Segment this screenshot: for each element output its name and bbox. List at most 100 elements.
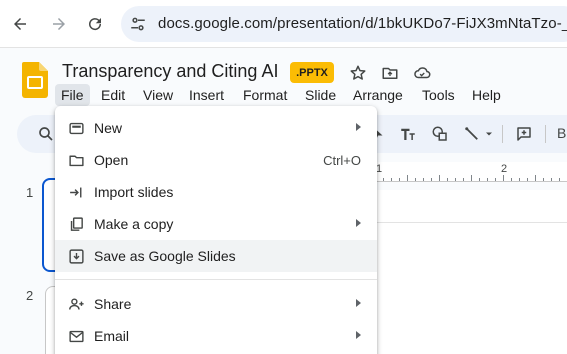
star-icon [350,65,366,80]
url-text: docs.google.com/presentation/d/1bkUKDo7-… [158,15,567,32]
forward-arrow-icon [53,18,65,30]
menu-item-label: Make a copy [94,216,174,232]
address-bar[interactable]: docs.google.com/presentation/d/1bkUKDo7-… [121,6,567,42]
ruler-tick [527,178,528,181]
copy-icon [67,215,85,233]
ruler-tick [543,178,544,181]
menu-item-import-slides[interactable]: Import slides [55,176,377,208]
search-icon [39,127,53,141]
menu-item-label: Share [94,296,132,312]
menu-edit[interactable]: Edit [95,84,131,106]
file-menu-dropdown: New Open Ctrl+O Import slides Make a cop… [55,106,377,354]
browser-toolbar: docs.google.com/presentation/d/1bkUKDo7-… [0,0,567,48]
menu-item-label: Import slides [94,184,174,200]
slide-number: 2 [26,288,34,303]
email-icon [67,327,85,345]
ruler-tick [519,178,520,181]
slides-logo-icon[interactable] [22,62,48,98]
ruler-tick [551,178,552,181]
ruler-tick [391,178,392,181]
move-button[interactable] [379,62,401,84]
add-comment-icon [517,127,531,141]
menu-item-label: Email [94,328,130,344]
file-type-badge: .PPTX [290,62,334,83]
toolbar-divider [545,125,546,143]
ruler-tick [471,175,472,181]
caret-down-icon [486,132,492,136]
back-arrow-icon [14,18,26,30]
slide-number: 1 [26,185,34,200]
share-person-icon [67,295,85,313]
menu-arrange[interactable]: Arrange [347,84,409,106]
canvas-edge [375,222,567,223]
shapes-icon [432,126,447,141]
submenu-arrow-icon [356,331,361,339]
line-type-dropdown[interactable] [483,124,495,144]
cloud-saved-icon [414,67,431,79]
ruler-tick [495,178,496,181]
menu-file[interactable]: File [55,84,90,106]
menu-item-save-as-google-slides[interactable]: Save as Google Slides [55,240,377,272]
background-button[interactable]: B [557,125,566,141]
menu-item-label: Open [94,152,129,168]
menu-insert[interactable]: Insert [183,84,230,106]
menu-item-open[interactable]: Open Ctrl+O [55,144,377,176]
ruler-tick [455,178,456,181]
back-button[interactable] [7,11,33,37]
text-box-icon [401,128,415,140]
menu-tools[interactable]: Tools [416,84,461,106]
menu-format[interactable]: Format [237,84,293,106]
slide-canvas[interactable] [375,190,567,354]
ruler-tick [415,178,416,181]
line-icon [465,127,478,140]
menu-item-label: New [94,120,123,136]
line-button[interactable] [461,124,483,144]
reload-button[interactable] [82,11,108,37]
menu-item-label: Save as Google Slides [94,248,236,264]
menu-item-new[interactable]: New [55,112,377,144]
star-button[interactable] [347,62,369,84]
keyboard-shortcut: Ctrl+O [323,153,361,168]
ruler-tick [383,178,384,181]
cloud-status-button[interactable] [411,62,433,84]
submenu-arrow-icon [356,299,361,307]
horizontal-ruler: 1 2 [375,162,567,182]
import-icon [67,183,85,201]
text-box-button[interactable] [397,124,419,144]
ruler-tick [559,178,560,181]
menu-item-share[interactable]: Share [55,288,377,320]
ruler-tick [535,175,536,181]
submenu-arrow-icon [356,219,361,227]
ruler-mark: 2 [501,163,508,175]
menu-view[interactable]: View [137,84,179,106]
new-slides-icon [67,119,85,137]
menu-item-make-a-copy[interactable]: Make a copy [55,208,377,240]
ruler-tick [447,178,448,181]
document-title[interactable]: Transparency and Citing AI [62,61,278,82]
screen: docs.google.com/presentation/d/1bkUKDo7-… [0,0,567,354]
menu-item-email[interactable]: Email [55,320,377,352]
menu-slide[interactable]: Slide [299,84,342,106]
ruler-tick [463,178,464,181]
reload-icon [89,18,102,31]
ruler-tick [423,178,424,181]
ruler-tick [407,175,408,181]
shape-button[interactable] [429,124,451,144]
submenu-arrow-icon [356,123,361,131]
ruler-tick [439,175,440,181]
ruler-tick [487,178,488,181]
ruler-tick [431,178,432,181]
move-folder-icon [382,67,398,79]
folder-open-icon [67,151,85,169]
ruler-tick [399,178,400,181]
ruler-tick [503,175,504,181]
menu-divider [55,279,377,280]
site-settings-icon[interactable] [129,15,147,33]
forward-button[interactable] [46,11,72,37]
toolbar-divider [502,125,503,143]
save-download-icon [67,247,85,265]
menu-help[interactable]: Help [466,84,507,106]
ruler-tick [511,178,512,181]
comment-button[interactable] [513,124,535,144]
search-menus-button[interactable] [35,124,57,144]
